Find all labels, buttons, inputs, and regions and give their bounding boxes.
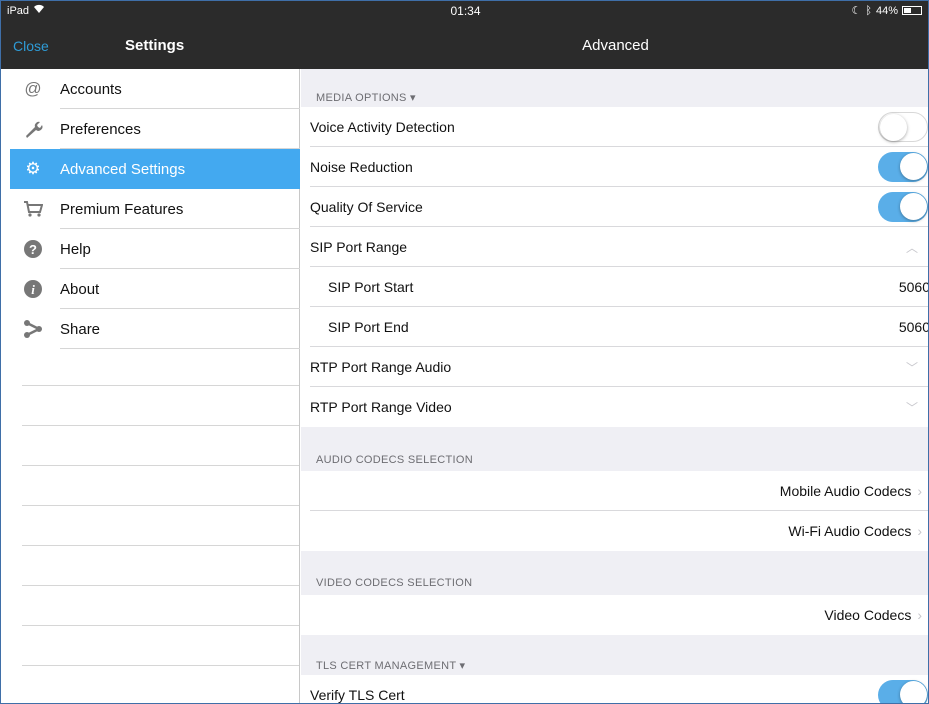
row-sip-port-range[interactable]: SIP Port Range ︿ (301, 227, 928, 267)
sip-port-end-value[interactable]: 5060 (899, 319, 928, 335)
settings-title: Settings (125, 37, 185, 54)
section-header-audio-codecs: AUDIO CODECS SELECTION (316, 454, 473, 466)
battery-percent: 44% (875, 4, 898, 17)
vad-toggle[interactable] (878, 112, 928, 142)
row-label: RTP Port Range Video (310, 399, 452, 415)
sidebar-item-label: About (60, 280, 100, 298)
svg-text:?: ? (29, 242, 37, 257)
section-header-media-options[interactable]: MEDIA OPTIONS ▾ (316, 91, 416, 104)
row-label: SIP Port Start (328, 279, 414, 295)
wrench-icon (22, 119, 44, 139)
battery-icon (902, 6, 922, 15)
sidebar-item-label: Help (60, 240, 91, 258)
chevron-right-icon: › (917, 483, 922, 499)
row-label: SIP Port Range (310, 239, 408, 255)
divider (22, 625, 299, 626)
row-sip-port-end[interactable]: SIP Port End 5060 (301, 307, 928, 347)
section-header-video-codecs: VIDEO CODECS SELECTION (316, 577, 473, 589)
gears-icon: ⚙ (25, 159, 41, 178)
sidebar-item-label: Share (60, 320, 101, 338)
row-quality-of-service: Quality Of Service (301, 187, 928, 227)
help-icon: ? (22, 239, 44, 259)
row-label: Mobile Audio Codecs (779, 483, 912, 499)
status-time: 01:34 (450, 4, 481, 18)
qos-toggle[interactable] (878, 192, 928, 222)
divider (22, 425, 299, 426)
section-header-tls-cert[interactable]: TLS CERT MANAGEMENT ▾ (316, 659, 465, 672)
app-window: iPad 01:34 ☾ ᛒ 44% Close Settings Advanc… (0, 0, 929, 704)
row-label: Video Codecs (824, 607, 912, 623)
chevron-up-icon[interactable]: ︿ (906, 239, 918, 256)
sidebar-item-about[interactable]: i About (10, 269, 300, 309)
sip-port-start-value[interactable]: 5060 (899, 279, 928, 295)
sidebar-item-label: Preferences (60, 120, 141, 138)
row-video-codecs[interactable]: Video Codecs › (301, 595, 928, 635)
chevron-down-icon[interactable]: ﹀ (906, 359, 918, 376)
status-bar: iPad 01:34 ☾ ᛒ 44% (1, 1, 928, 21)
divider (22, 465, 299, 466)
info-icon: i (22, 279, 44, 299)
sidebar-item-label: Accounts (60, 80, 122, 98)
divider (22, 505, 299, 506)
chevron-right-icon: › (917, 523, 922, 539)
sidebar-item-label: Premium Features (60, 200, 184, 218)
row-label: Noise Reduction (310, 159, 413, 175)
row-label: Quality Of Service (310, 199, 423, 215)
row-wifi-audio-codecs[interactable]: Wi-Fi Audio Codecs › (301, 511, 928, 551)
close-button[interactable]: Close (13, 38, 49, 54)
sidebar-item-preferences[interactable]: Preferences (10, 109, 300, 149)
sidebar-item-help[interactable]: ? Help (10, 229, 300, 269)
sidebar-item-advanced-settings[interactable]: ⚙ Advanced Settings (10, 149, 300, 189)
row-verify-tls-cert: Verify TLS Cert (301, 675, 928, 703)
sidebar-item-label: Advanced Settings (60, 160, 186, 178)
navigation-bar: Close Settings Advanced (1, 21, 928, 69)
moon-icon: ☾ (851, 5, 862, 17)
row-rtp-port-range-audio[interactable]: RTP Port Range Audio ﹀ (301, 347, 928, 387)
share-icon (22, 319, 44, 339)
cart-icon (22, 199, 44, 219)
row-voice-activity-detection: Voice Activity Detection (301, 107, 928, 147)
svg-text:i: i (31, 282, 35, 297)
at-icon: @ (24, 79, 42, 98)
row-rtp-port-range-video[interactable]: RTP Port Range Video ﹀ (301, 387, 928, 427)
divider (22, 385, 299, 386)
divider (22, 545, 299, 546)
row-noise-reduction: Noise Reduction (301, 147, 928, 187)
noise-reduction-toggle[interactable] (878, 152, 928, 182)
row-label: Wi-Fi Audio Codecs (788, 523, 912, 539)
page-title: Advanced (582, 37, 649, 54)
row-mobile-audio-codecs[interactable]: Mobile Audio Codecs › (301, 471, 928, 511)
row-label: SIP Port End (328, 319, 409, 335)
bluetooth-icon: ᛒ (865, 4, 872, 17)
verify-tls-toggle[interactable] (878, 680, 928, 703)
sidebar: @ Accounts Preferences ⚙ Advanced Settin… (10, 69, 300, 703)
chevron-down-icon[interactable]: ﹀ (906, 399, 918, 416)
chevron-right-icon: › (917, 607, 922, 623)
divider (22, 585, 299, 586)
row-label: Verify TLS Cert (310, 687, 405, 703)
detail-panel: MEDIA OPTIONS ▾ Voice Activity Detection… (301, 69, 928, 703)
row-label: Voice Activity Detection (310, 119, 455, 135)
divider (22, 665, 299, 666)
sidebar-item-share[interactable]: Share (10, 309, 300, 349)
row-sip-port-start[interactable]: SIP Port Start 5060 (301, 267, 928, 307)
sidebar-item-premium-features[interactable]: Premium Features (10, 189, 300, 229)
sidebar-item-accounts[interactable]: @ Accounts (10, 69, 300, 109)
row-label: RTP Port Range Audio (310, 359, 452, 375)
